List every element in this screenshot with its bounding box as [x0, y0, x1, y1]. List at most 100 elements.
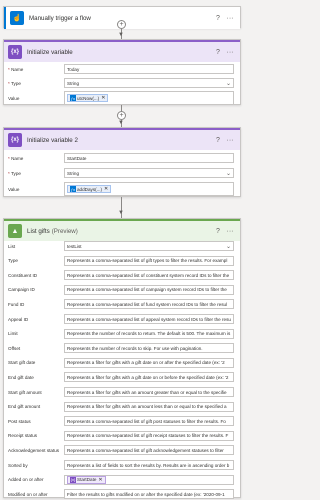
list-gifts-field-row: Start gift date Represents a filter for g…: [8, 357, 234, 368]
parameter-input[interactable]: Represents the number of records to skip…: [64, 343, 234, 354]
variable-token[interactable]: {x} StartDate ✕: [67, 475, 106, 484]
parameter-input[interactable]: Represents a comma-separated list of app…: [64, 314, 234, 324]
field-label: Offset: [8, 345, 21, 351]
function-icon: ƒx: [70, 186, 76, 192]
field-label: Receipt status: [8, 433, 38, 439]
help-icon[interactable]: ?: [212, 228, 224, 235]
parameter-input[interactable]: Represents a list of fields to sort the …: [64, 460, 234, 470]
input-value: Represents a comma-separated list of app…: [67, 316, 231, 322]
help-icon[interactable]: ?: [212, 137, 224, 144]
list-gifts-field-row: List testList: [8, 241, 234, 251]
parameter-input[interactable]: {x} StartDate ✕: [64, 474, 234, 485]
name-input[interactable]: StartDate: [64, 153, 234, 163]
remove-token-icon[interactable]: ✕: [98, 477, 102, 483]
field-label: Acknowledgement status: [8, 447, 60, 453]
insert-step-button[interactable]: +: [117, 20, 126, 29]
list-gifts-field-row: Campaign ID Represents a comma-separated …: [8, 284, 234, 295]
initialize-variable-header[interactable]: {x} Initialize variable ? ···: [4, 40, 240, 62]
field-label: End gift amount: [8, 404, 41, 410]
value-input[interactable]: ƒx utcNow(...) ✕: [64, 91, 234, 105]
input-value: Represents a list of fields to sort the …: [67, 462, 230, 468]
input-value: Represents a comma-separated list of con…: [67, 272, 230, 278]
parameter-input[interactable]: Represents a comma-separated list of gif…: [64, 255, 234, 266]
list-gifts-field-row: Added on or after {x} StartDate ✕: [8, 474, 234, 485]
initialize-variable-2-card[interactable]: {x} Initialize variable 2 ? ··· * Name S…: [3, 127, 241, 197]
list-gifts-field-row: Post status Represents a comma-separated …: [8, 416, 234, 427]
parameter-input[interactable]: Represents a filter for gifts with a gif…: [64, 357, 234, 368]
parameter-input[interactable]: Represents a comma-separated list of cam…: [64, 284, 234, 295]
type-field-row: * Type String: [8, 78, 234, 88]
parameter-input[interactable]: Filter the results to gifts modified on …: [64, 489, 234, 500]
more-options-icon[interactable]: ···: [224, 49, 236, 56]
field-label: Type: [8, 258, 18, 264]
card-title: List gifts (Preview): [27, 227, 78, 235]
parameter-input[interactable]: Represents a filter for gifts with an am…: [64, 387, 234, 397]
list-gifts-field-row: Limit Represents the number of records to…: [8, 328, 234, 339]
list-gifts-card[interactable]: ▲ List gifts (Preview) ? ··· List testList…: [3, 218, 241, 500]
list-gifts-field-row: End gift date Represents a filter for gif…: [8, 372, 234, 383]
function-icon: ƒx: [70, 95, 76, 101]
more-options-icon[interactable]: ···: [224, 228, 236, 235]
list-gifts-field-row: Modified on or after Filter the results t…: [8, 489, 234, 500]
expression-token[interactable]: ƒx addDays(...) ✕: [67, 185, 112, 193]
field-label: Limit: [8, 331, 18, 337]
input-value: Represents a filter for gifts with a gif…: [67, 360, 225, 366]
parameter-input[interactable]: Represents a comma-separated list of gif…: [64, 416, 234, 427]
input-value: Represents a comma-separated list of gif…: [67, 418, 226, 424]
insert-step-button[interactable]: +: [117, 111, 126, 120]
list-dropdown[interactable]: testList: [64, 241, 234, 251]
list-gifts-field-row: Offset Represents the number of records t…: [8, 343, 234, 354]
field-label: Start gift amount: [8, 389, 42, 395]
more-options-icon[interactable]: ···: [224, 15, 236, 22]
parameter-input[interactable]: Represents a comma-separated list of fun…: [64, 299, 234, 310]
initialize-variable-2-header[interactable]: {x} Initialize variable 2 ? ···: [4, 128, 240, 150]
name-field-row: * Name StartDate: [8, 153, 234, 163]
list-gifts-field-row: Start gift amount Represents a filter for…: [8, 387, 234, 397]
hand-pointer-icon: ☝: [10, 11, 24, 25]
arrow-down-icon: ▼: [118, 210, 124, 216]
parameter-input[interactable]: Represents a filter for gifts with an am…: [64, 401, 234, 412]
field-label: * Name: [8, 66, 24, 72]
card-title: Initialize variable 2: [27, 136, 78, 144]
blackbaud-connector-icon: ▲: [8, 224, 22, 238]
more-options-icon[interactable]: ···: [224, 137, 236, 144]
remove-token-icon[interactable]: ✕: [104, 186, 108, 192]
name-field-row: * Name Today: [8, 64, 234, 74]
parameter-input[interactable]: Represents a comma-separated list of gif…: [64, 430, 234, 441]
name-input[interactable]: Today: [64, 64, 234, 74]
field-label: Modified on or after: [8, 491, 48, 497]
help-icon[interactable]: ?: [212, 15, 224, 22]
input-value: Represents the number of records to retu…: [67, 331, 231, 337]
field-label: Appeal ID: [8, 316, 29, 322]
arrow-down-icon: ▼: [118, 120, 124, 126]
list-gifts-field-row: Sorted by Represents a list of fields to …: [8, 460, 234, 470]
list-gifts-field-row: Receipt status Represents a comma-separat…: [8, 430, 234, 441]
input-value: Represents a filter for gifts with a gif…: [67, 374, 229, 380]
list-gifts-field-row: End gift amount Represents a filter for g…: [8, 401, 234, 412]
type-dropdown[interactable]: String: [64, 168, 234, 178]
parameter-input[interactable]: Represents a comma-separated list of con…: [64, 270, 234, 281]
field-label: List: [8, 243, 16, 249]
type-dropdown[interactable]: String: [64, 78, 234, 88]
field-label: End gift date: [8, 374, 34, 380]
input-value: Represents the number of records to skip…: [67, 345, 203, 351]
help-icon[interactable]: ?: [212, 49, 224, 56]
field-label: * Type: [8, 80, 21, 86]
field-label: Value: [8, 186, 20, 192]
initialize-variable-card[interactable]: {x} Initialize variable ? ··· * Name Tod…: [3, 39, 241, 105]
remove-token-icon[interactable]: ✕: [101, 95, 105, 101]
input-value: testList: [67, 243, 82, 249]
list-gifts-header[interactable]: ▲ List gifts (Preview) ? ···: [4, 219, 240, 241]
parameter-input[interactable]: Represents a filter for gifts with a gif…: [64, 372, 234, 383]
field-label: Value: [8, 95, 20, 101]
input-value: Represents a comma-separated list of fun…: [67, 301, 228, 307]
variable-icon: {x}: [8, 45, 22, 59]
field-label: Constituent ID: [8, 272, 38, 278]
value-input[interactable]: ƒx addDays(...) ✕: [64, 182, 234, 196]
field-label: Added on or after: [8, 477, 44, 483]
parameter-input[interactable]: Represents the number of records to retu…: [64, 328, 234, 339]
parameter-input[interactable]: Represents a comma-separated list of gif…: [64, 445, 234, 456]
expression-token[interactable]: ƒx utcNow(...) ✕: [67, 94, 109, 102]
input-value: Represents a comma-separated list of cam…: [67, 287, 227, 293]
field-label: Post status: [8, 418, 31, 424]
